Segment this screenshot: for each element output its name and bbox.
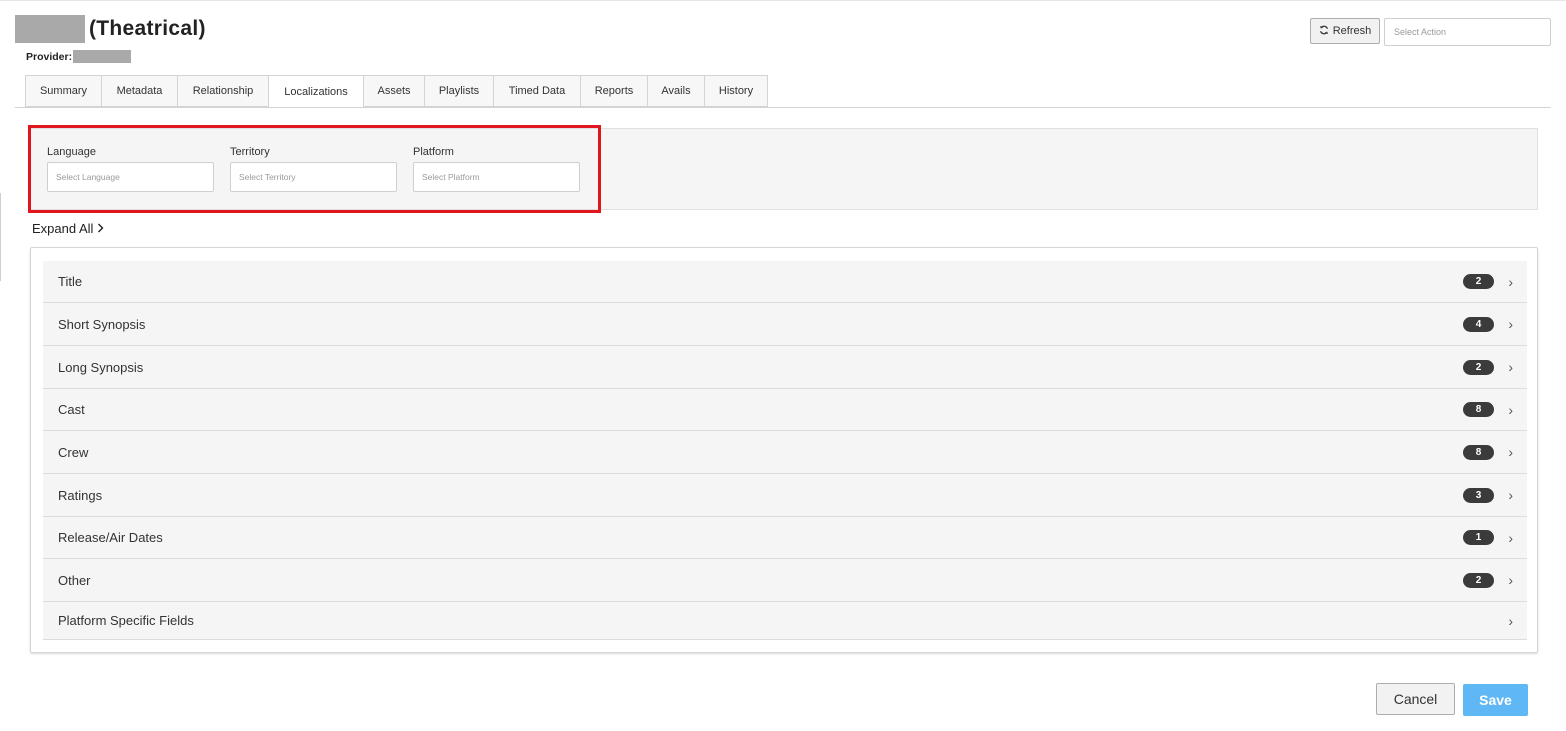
language-label: Language — [47, 146, 96, 158]
tab-playlists[interactable]: Playlists — [424, 75, 493, 107]
count-badge: 8 — [1463, 402, 1494, 417]
section-label: Ratings — [58, 487, 103, 503]
tab-timed-data[interactable]: Timed Data — [493, 75, 580, 107]
count-badge: 2 — [1463, 359, 1494, 375]
cancel-button[interactable]: Cancel — [1376, 683, 1455, 715]
provider-label: Provider: — [26, 50, 73, 63]
tab-bar-underline — [15, 107, 1551, 108]
count-badge: 4 — [1463, 316, 1494, 332]
sections-list: Title 2 › Short Synopsis 4 › Long Synops… — [43, 261, 1527, 640]
section-label: Platform Specific Fields — [58, 613, 194, 628]
tab-metadata[interactable]: Metadata — [101, 75, 177, 107]
chevron-right-icon: › — [1508, 444, 1513, 460]
page-title: (Theatrical) — [15, 14, 206, 44]
provider-line: Provider: — [26, 50, 132, 63]
territory-select[interactable] — [230, 162, 397, 192]
language-filter: Language — [47, 146, 214, 192]
language-select[interactable] — [47, 162, 214, 192]
tab-assets[interactable]: Assets — [364, 75, 424, 107]
section-label: Release/Air Dates — [58, 530, 163, 545]
count-badge: 8 — [1463, 444, 1494, 460]
tab-avails[interactable]: Avails — [647, 75, 704, 107]
chevron-right-icon: › — [1508, 273, 1513, 290]
chevron-right-icon: › — [1508, 529, 1513, 546]
count-badge: 2 — [1463, 572, 1494, 588]
chevron-right-icon: › — [1508, 316, 1513, 332]
section-label: Cast — [58, 402, 85, 417]
redacted-title — [15, 15, 85, 43]
refresh-icon — [1319, 25, 1329, 38]
tab-history[interactable]: History — [704, 75, 768, 107]
section-short-synopsis[interactable]: Short Synopsis 4 › — [43, 303, 1527, 346]
chevron-right-icon: › — [1508, 487, 1513, 503]
section-label: Short Synopsis — [58, 316, 146, 332]
chevron-right-icon — [97, 221, 104, 236]
title-suffix: (Theatrical) — [89, 17, 206, 40]
platform-label: Platform — [413, 146, 454, 158]
refresh-label: Refresh — [1332, 25, 1372, 37]
refresh-button[interactable]: Refresh — [1310, 18, 1380, 44]
section-long-synopsis[interactable]: Long Synopsis 2 › — [43, 346, 1527, 389]
section-label: Other — [58, 572, 91, 588]
section-label: Title — [58, 274, 83, 289]
section-ratings[interactable]: Ratings 3 › — [43, 474, 1527, 517]
section-title[interactable]: Title 2 › — [43, 261, 1527, 303]
section-label: Long Synopsis — [58, 359, 144, 375]
tab-localizations[interactable]: Localizations — [268, 75, 364, 108]
left-edge-divider — [0, 193, 1, 281]
localization-sections-card: Title 2 › Short Synopsis 4 › Long Synops… — [30, 247, 1538, 653]
tab-reports[interactable]: Reports — [580, 75, 647, 107]
tab-bar: Summary Metadata Relationship Localizati… — [25, 75, 768, 108]
chevron-right-icon: › — [1508, 612, 1513, 629]
chevron-right-icon: › — [1508, 572, 1513, 588]
section-label: Crew — [58, 444, 89, 460]
section-crew[interactable]: Crew 8 › — [43, 431, 1527, 474]
section-release-air-dates[interactable]: Release/Air Dates 1 › — [43, 517, 1527, 559]
redacted-provider — [73, 50, 132, 63]
chevron-right-icon: › — [1508, 359, 1513, 375]
save-button[interactable]: Save — [1463, 684, 1528, 716]
section-platform-specific-fields[interactable]: Platform Specific Fields › — [43, 602, 1527, 640]
chevron-right-icon: › — [1508, 401, 1513, 418]
count-badge: 3 — [1463, 487, 1494, 503]
count-badge: 1 — [1463, 530, 1494, 545]
expand-all-link[interactable]: Expand All — [32, 221, 104, 236]
expand-all-label: Expand All — [32, 221, 94, 236]
territory-filter: Territory — [230, 146, 397, 192]
tab-summary[interactable]: Summary — [25, 75, 101, 107]
section-other[interactable]: Other 2 › — [43, 559, 1527, 602]
platform-select[interactable] — [413, 162, 580, 192]
select-action-dropdown[interactable]: Select Action — [1384, 18, 1551, 46]
section-cast[interactable]: Cast 8 › — [43, 389, 1527, 431]
select-action-placeholder: Select Action — [1394, 27, 1447, 37]
platform-filter: Platform — [413, 146, 580, 192]
territory-label: Territory — [230, 146, 270, 158]
tab-relationship[interactable]: Relationship — [177, 75, 268, 107]
top-divider — [0, 0, 1566, 1]
count-badge: 2 — [1463, 274, 1494, 289]
